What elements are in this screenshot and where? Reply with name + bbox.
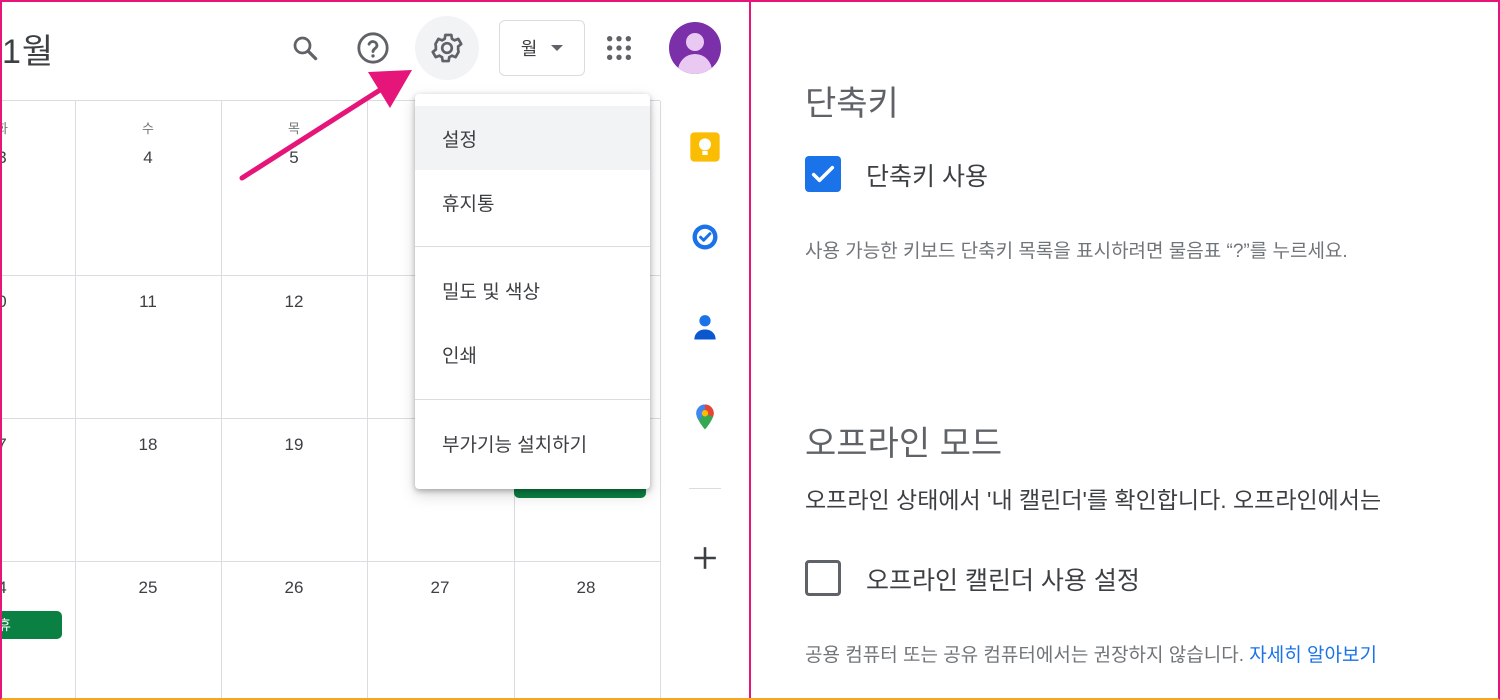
date-cell[interactable]: 4	[0, 578, 22, 598]
weekday-label: 화	[0, 121, 8, 136]
apps-grid-icon	[606, 35, 632, 61]
tasks-icon	[692, 224, 718, 250]
grid-line	[0, 561, 660, 562]
date-cell[interactable]: 11	[128, 292, 168, 312]
grid-line	[75, 101, 76, 700]
date-cell[interactable]: 4	[128, 148, 168, 168]
side-panel	[661, 101, 749, 700]
view-select-value: 월	[520, 39, 538, 59]
add-addon-button[interactable]	[689, 542, 721, 574]
tasks-button[interactable]	[689, 221, 721, 253]
settings-panel: 단축키 단축키 사용 사용 가능한 키보드 단축키 목록을 표시하려면 물음표 …	[751, 0, 1500, 700]
search-icon	[293, 36, 318, 61]
date-cell[interactable]: 12	[274, 292, 314, 312]
shortcuts-title: 단축키	[805, 85, 899, 123]
date-cell[interactable]: 25	[128, 578, 168, 598]
apps-button[interactable]	[597, 26, 641, 70]
menu-item-trash[interactable]: 휴지통	[415, 170, 650, 234]
panel-divider	[749, 0, 751, 700]
offline-note-text: 공용 컴퓨터 또는 공유 컴퓨터에서는 권장하지 않습니다.	[805, 645, 1244, 666]
maps-button[interactable]	[689, 401, 721, 433]
menu-item-density-color[interactable]: 밀도 및 색상	[415, 258, 650, 322]
plus-icon	[694, 547, 716, 569]
month-title: 1월	[2, 33, 55, 71]
keep-button[interactable]	[689, 131, 721, 163]
annotation-arrow-icon	[239, 70, 412, 181]
settings-button[interactable]	[415, 16, 479, 80]
offline-checkbox[interactable]	[805, 560, 841, 596]
side-panel-divider	[689, 488, 721, 489]
date-cell[interactable]: 28	[566, 578, 606, 598]
calendar-event[interactable]: 휴	[0, 611, 62, 639]
date-cell[interactable]: 19	[274, 435, 314, 455]
grid-line	[221, 101, 222, 700]
grid-line	[367, 101, 368, 700]
contacts-button[interactable]	[689, 311, 721, 343]
date-cell[interactable]: 26	[274, 578, 314, 598]
date-cell[interactable]: 7	[0, 435, 22, 455]
chevron-down-icon	[551, 45, 564, 51]
view-select[interactable]: 월	[499, 20, 585, 76]
maps-icon	[696, 404, 714, 430]
calendar-panel: 1월 월 화 수 목 3 4 5 0 11 12 7 18 19 4 25 26…	[0, 0, 749, 700]
date-cell[interactable]: 27	[420, 578, 460, 598]
learn-more-link[interactable]: 자세히 알아보기	[1249, 645, 1377, 666]
menu-divider	[415, 399, 650, 400]
shortcuts-checkbox[interactable]	[805, 156, 841, 192]
menu-divider	[415, 246, 650, 247]
offline-description: 오프라인 상태에서 '내 캘린더'를 확인합니다. 오프라인에서는	[805, 487, 1382, 513]
settings-menu: 설정 휴지통 밀도 및 색상 인쇄 부가기능 설치하기	[415, 94, 650, 489]
avatar-head	[686, 33, 704, 51]
avatar[interactable]	[669, 22, 721, 74]
keep-icon	[690, 132, 720, 162]
shortcuts-description: 사용 가능한 키보드 단축키 목록을 표시하려면 물음표 “?”를 누르세요.	[805, 241, 1348, 262]
event-label: 휴	[0, 617, 11, 633]
shortcuts-checkbox-label[interactable]: 단축키 사용	[866, 157, 988, 193]
offline-checkbox-label[interactable]: 오프라인 캘린더 사용 설정	[866, 561, 1140, 597]
date-cell[interactable]: 0	[0, 292, 22, 312]
weekday-label: 수	[142, 121, 154, 136]
contacts-icon	[694, 315, 716, 340]
date-cell[interactable]: 3	[0, 148, 22, 168]
menu-item-install-addons[interactable]: 부가기능 설치하기	[415, 411, 650, 475]
gear-icon	[431, 33, 463, 63]
avatar-body	[678, 54, 712, 74]
menu-item-print[interactable]: 인쇄	[415, 322, 650, 386]
menu-item-settings[interactable]: 설정	[415, 106, 650, 170]
checkmark-icon	[811, 165, 835, 183]
offline-note: 공용 컴퓨터 또는 공유 컴퓨터에서는 권장하지 않습니다. 자세히 알아보기	[805, 640, 1377, 667]
date-cell[interactable]: 18	[128, 435, 168, 455]
offline-title: 오프라인 모드	[805, 425, 1003, 463]
